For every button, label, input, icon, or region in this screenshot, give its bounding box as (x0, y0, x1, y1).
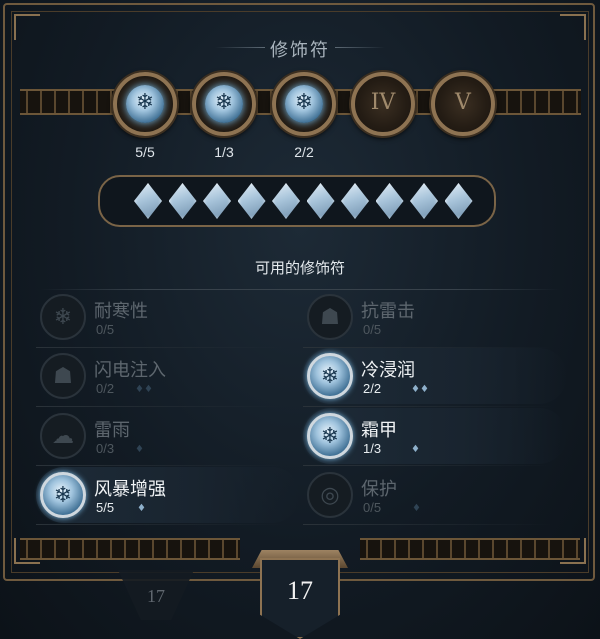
row-divider (36, 524, 286, 525)
greek-key-ornament (486, 89, 581, 115)
row-divider (303, 406, 553, 407)
available-points-value: 17 (287, 576, 313, 605)
modifier-panel: 修饰符 IV V 5/5 1/3 2/2 可用的修饰符 ❄ 耐寒性 0/5 ☗ … (0, 0, 600, 639)
modifier-item-thunderstorm[interactable]: ☁ 雷雨 0/3 ♦ (36, 408, 300, 464)
modifier-name: 霜甲 (361, 420, 397, 440)
modifier-item-lightning-resistance[interactable]: ☗ 抗雷击 0/5 (303, 289, 567, 345)
modifier-count: 2/2 (363, 381, 382, 396)
row-divider (303, 465, 553, 466)
modifier-count: 0/3 (96, 441, 115, 456)
modifier-item-cold-infusion[interactable]: ❄ 冷浸润 2/2 ♦♦ (303, 348, 567, 404)
gem-cost: ♦ (412, 503, 421, 514)
row-divider (303, 524, 553, 525)
equipped-slot-1[interactable] (113, 72, 177, 136)
slot-roman-numeral: V (455, 90, 471, 115)
modifier-name: 闪电注入 (94, 360, 166, 380)
modifier-name: 冷浸润 (361, 360, 415, 380)
snowflake-rune-icon (285, 85, 323, 123)
modifier-item-lightning-infusion[interactable]: ☗ 闪电注入 0/2 ♦♦ (36, 348, 300, 404)
slot-count: 2/2 (294, 144, 314, 160)
spiral-shield-icon: ◎ (307, 472, 353, 518)
row-divider (36, 406, 286, 407)
modifier-name: 雷雨 (94, 420, 130, 440)
snowflake-rune-icon: ❄ (307, 353, 353, 399)
gem-cost: ♦ (135, 444, 144, 455)
greek-key-ornament (20, 538, 240, 560)
snowflake-rune-icon: ❄ (307, 413, 353, 459)
equipped-slot-3[interactable] (272, 72, 336, 136)
modifier-name: 耐寒性 (94, 301, 148, 321)
modifier-item-protection[interactable]: ◎ 保护 0/5 ♦ (303, 467, 567, 523)
available-modifiers-heading: 可用的修饰符 (254, 260, 345, 277)
snowflake-rune-icon (126, 85, 164, 123)
slot-count: 5/5 (135, 144, 155, 160)
slot-roman-numeral: IV (370, 90, 396, 115)
modifier-count: 0/2 (96, 381, 115, 396)
modifier-name: 风暴增强 (94, 479, 166, 499)
row-divider (303, 347, 553, 348)
modifier-count: 0/5 (96, 322, 115, 337)
thunder-mask-icon: ☗ (307, 294, 353, 340)
snowflake-rune-icon (205, 85, 243, 123)
panel-title: 修饰符 (270, 40, 330, 60)
modifier-count: 0/5 (363, 322, 382, 337)
row-divider (36, 465, 286, 466)
available-points-badge: 17 (252, 548, 348, 639)
previous-points-tab[interactable]: 17 (118, 570, 194, 620)
modifier-count: 1/3 (363, 441, 382, 456)
frost-sigil-icon: ❄ (40, 294, 86, 340)
modifier-item-storm-empowerment[interactable]: ❄ 风暴增强 5/5 ♦ (36, 467, 300, 523)
slot-count: 1/3 (214, 144, 234, 160)
empty-slot-4[interactable]: IV (351, 72, 415, 136)
gem-cost: ♦ (137, 503, 146, 514)
modifier-name: 抗雷击 (361, 301, 415, 321)
modifier-count: 5/5 (96, 500, 115, 515)
modifier-name: 保护 (361, 479, 397, 499)
storm-icon: ☁ (40, 413, 86, 459)
lightning-mask-icon: ☗ (40, 353, 86, 399)
modifier-count: 0/5 (363, 500, 382, 515)
gem-cost: ♦♦ (135, 384, 153, 395)
previous-points-value: 17 (147, 586, 165, 606)
modifier-item-frost-resistance[interactable]: ❄ 耐寒性 0/5 (36, 289, 300, 345)
equipped-slot-2[interactable] (192, 72, 256, 136)
greek-key-ornament (20, 89, 120, 115)
gem-cost: ♦ (411, 444, 420, 455)
greek-key-ornament (360, 538, 580, 560)
empty-slot-5[interactable]: V (431, 72, 495, 136)
row-divider (36, 347, 286, 348)
modifier-item-frost-armor[interactable]: ❄ 霜甲 1/3 ♦ (303, 408, 567, 464)
gem-cost: ♦♦ (411, 384, 429, 395)
snowflake-rune-icon: ❄ (40, 472, 86, 518)
